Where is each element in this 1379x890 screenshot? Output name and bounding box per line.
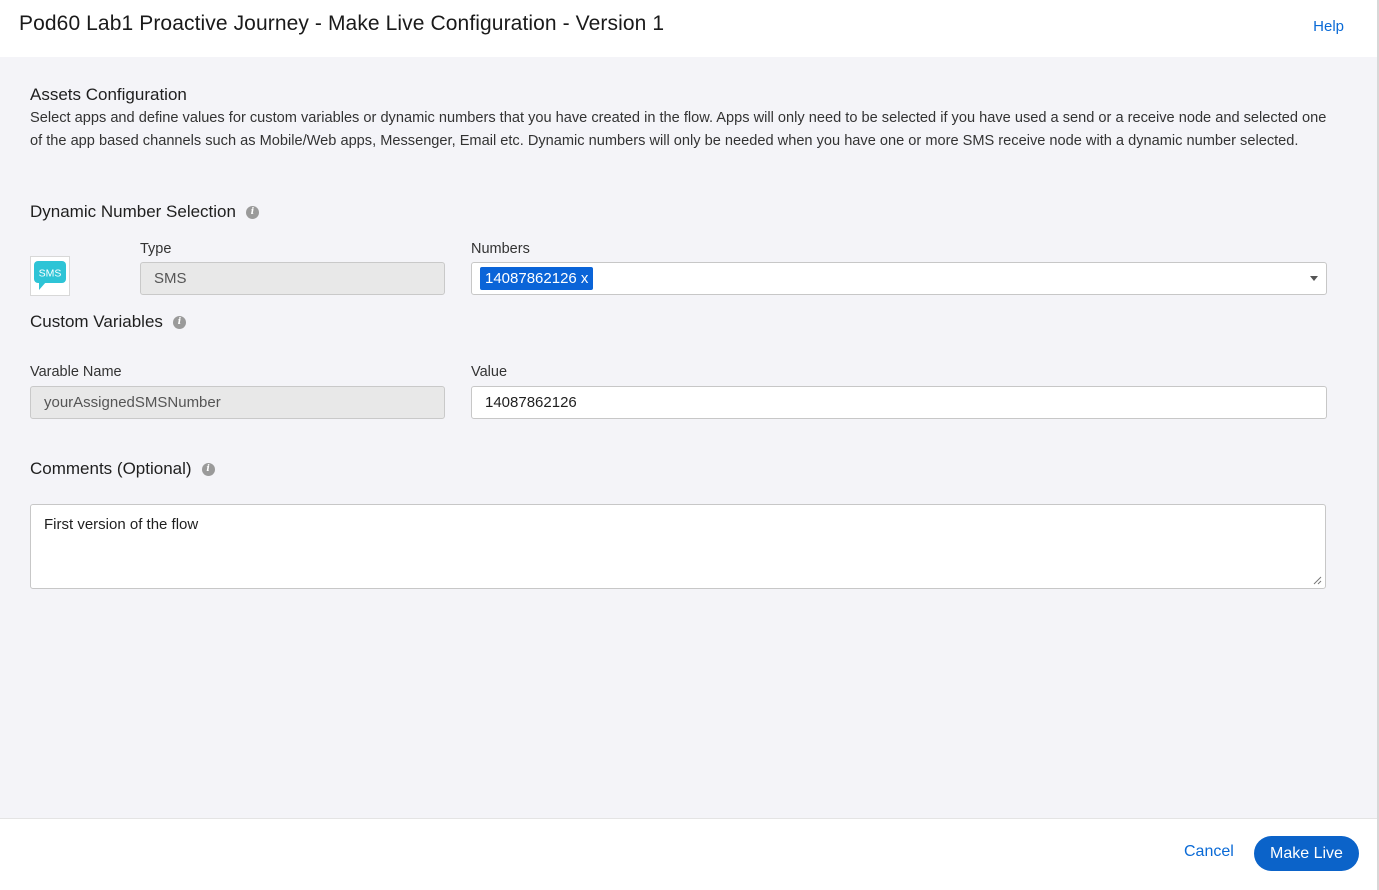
resize-grip-icon[interactable] (1313, 576, 1322, 585)
assets-description: Select apps and define values for custom… (30, 110, 1327, 149)
value-input[interactable]: 14087862126 (471, 386, 1327, 419)
comments-heading: Comments (Optional) i (30, 459, 215, 479)
comments-textarea[interactable]: First version of the flow (30, 504, 1326, 589)
dynamic-number-heading: Dynamic Number Selection i (30, 202, 259, 222)
number-chip[interactable]: 14087862126 x (480, 267, 594, 290)
numbers-select[interactable]: 14087862126 x (471, 262, 1327, 295)
dialog-body (0, 57, 1377, 818)
dialog-footer (0, 818, 1377, 890)
variable-name-field: yourAssignedSMSNumber (30, 386, 445, 419)
cancel-button[interactable]: Cancel (1184, 843, 1234, 861)
assets-configuration-title: Assets Configuration (30, 85, 187, 104)
sms-icon-text: SMS (39, 268, 62, 280)
help-link[interactable]: Help (1313, 18, 1344, 35)
custom-variables-heading: Custom Variables i (30, 312, 186, 332)
variable-name-value: yourAssignedSMSNumber (44, 394, 221, 411)
dialog-header: Pod60 Lab1 Proactive Journey - Make Live… (0, 0, 1377, 57)
make-live-button[interactable]: Make Live (1254, 836, 1359, 871)
info-icon[interactable]: i (172, 315, 186, 329)
custom-variables-title: Custom Variables (30, 312, 163, 331)
sms-channel-tile: SMS (30, 256, 70, 296)
type-label: Type (140, 241, 172, 257)
sms-icon: SMS (34, 261, 66, 290)
chevron-down-icon[interactable] (1310, 276, 1318, 281)
info-icon[interactable]: i (245, 205, 259, 219)
page-title: Pod60 Lab1 Proactive Journey - Make Live… (19, 12, 665, 35)
variable-name-label: Varable Name (30, 364, 122, 380)
value-input-text: 14087862126 (485, 394, 577, 411)
type-value: SMS (154, 270, 187, 287)
numbers-label: Numbers (471, 241, 530, 257)
dynamic-number-title: Dynamic Number Selection (30, 202, 236, 221)
comments-text: First version of the flow (44, 516, 199, 533)
info-icon[interactable]: i (201, 462, 215, 476)
value-label: Value (471, 364, 508, 380)
assets-configuration-heading: Assets Configuration (30, 85, 187, 105)
comments-title: Comments (Optional) (30, 459, 192, 478)
type-field: SMS (140, 262, 445, 295)
